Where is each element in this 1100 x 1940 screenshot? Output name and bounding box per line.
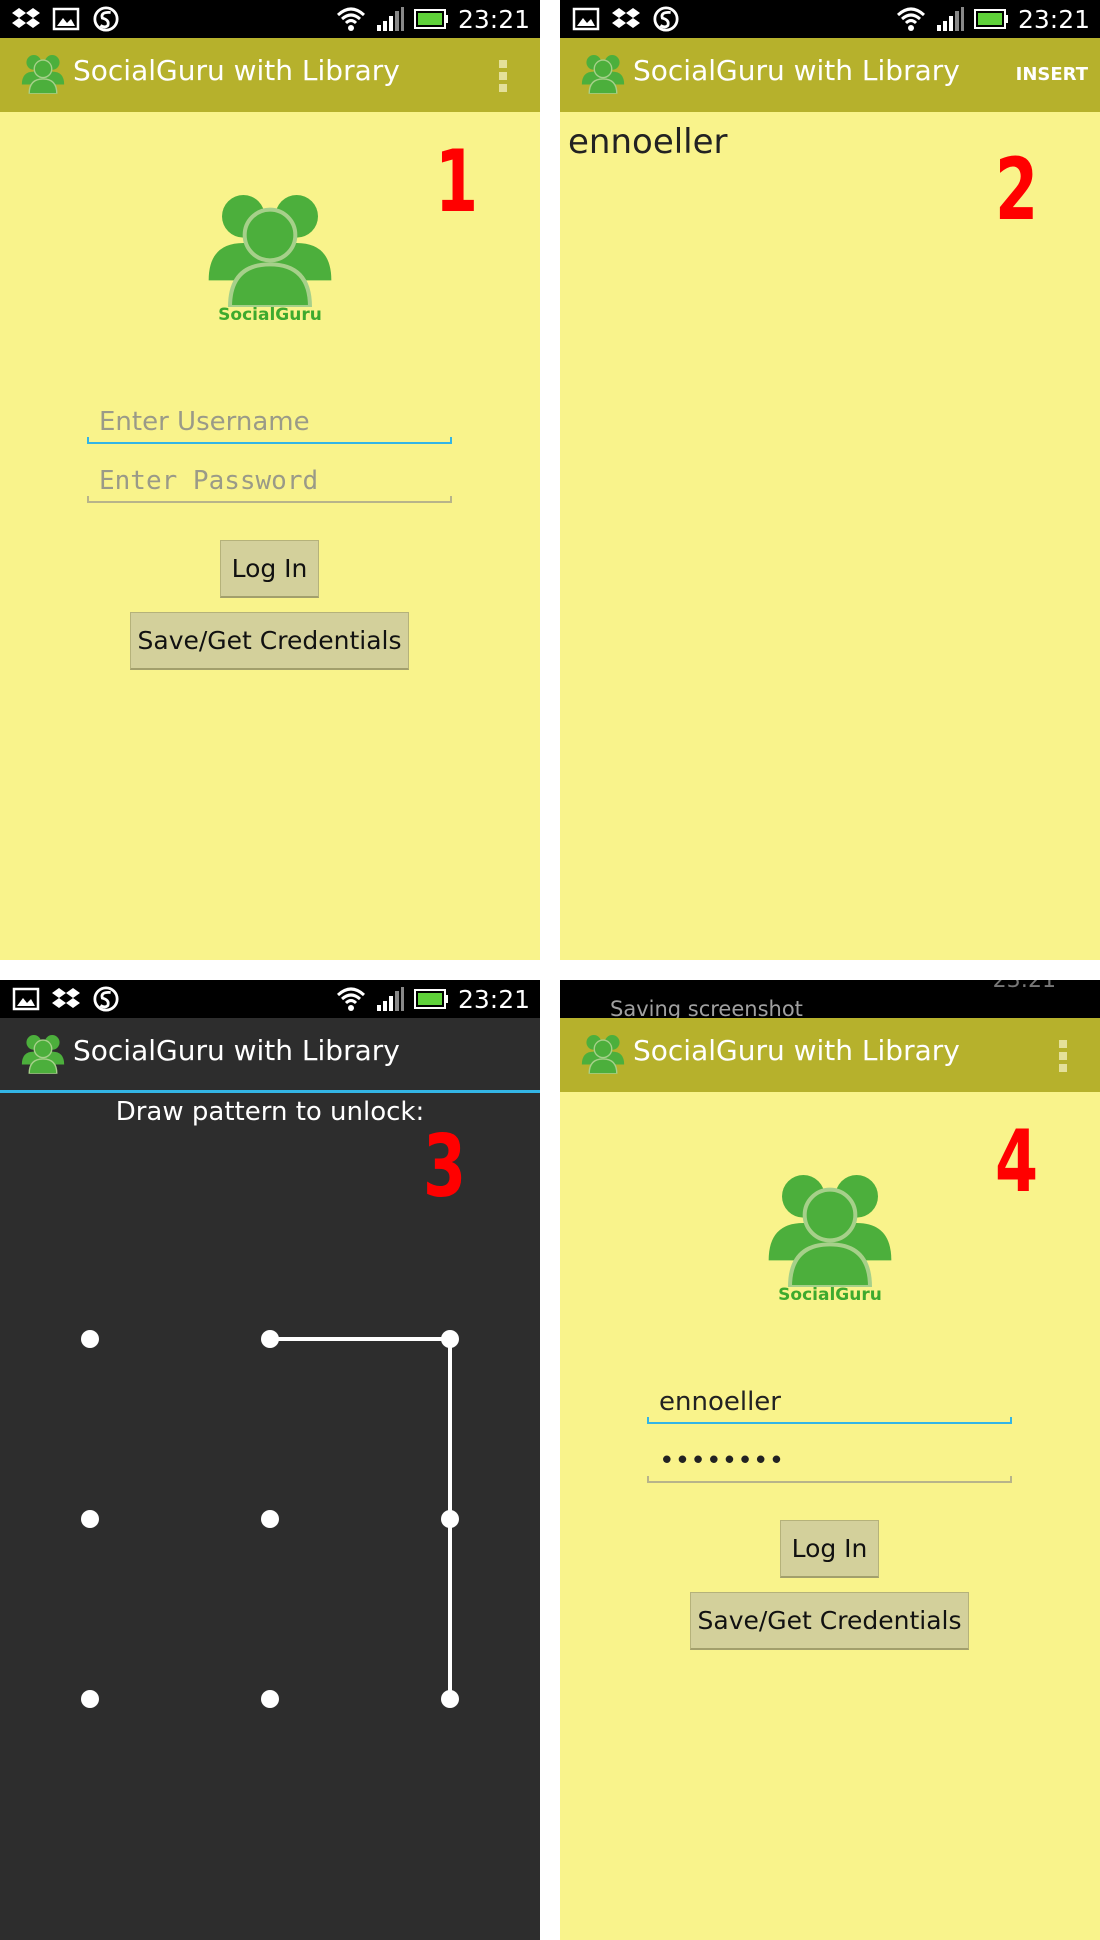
- insert-button[interactable]: INSERT: [1016, 64, 1088, 85]
- login-button[interactable]: Log In: [780, 1520, 879, 1578]
- step-number: 4: [995, 1112, 1039, 1212]
- app-title: SocialGuru with Library: [73, 1034, 400, 1067]
- pattern-dot-1[interactable]: [81, 1330, 99, 1348]
- status-bar: 23:21: [0, 980, 540, 1018]
- step-number: 2: [995, 140, 1039, 240]
- username-input[interactable]: [647, 1382, 1012, 1422]
- pattern-dot-7[interactable]: [81, 1690, 99, 1708]
- screen-login-empty: 23:21 SocialGuru with Library SocialGuru…: [0, 0, 540, 960]
- app-title: SocialGuru with Library: [633, 54, 960, 87]
- swype-icon: [92, 6, 120, 32]
- username-field[interactable]: [87, 402, 452, 444]
- overflow-menu-icon[interactable]: [496, 58, 510, 94]
- app-title: SocialGuru with Library: [73, 54, 400, 87]
- pattern-dot-9[interactable]: [441, 1690, 459, 1708]
- logo-caption: SocialGuru: [218, 305, 322, 325]
- dropbox-icon: [52, 986, 80, 1012]
- overflow-menu-icon[interactable]: [1056, 1038, 1070, 1074]
- pattern-dot-3[interactable]: [441, 1330, 459, 1348]
- pattern-grid[interactable]: [0, 1093, 540, 1940]
- password-field[interactable]: [87, 461, 452, 503]
- pattern-dot-4[interactable]: [81, 1510, 99, 1528]
- app-logo-icon[interactable]: [20, 52, 66, 94]
- wifi-icon: [336, 986, 366, 1012]
- signal-icon: [936, 6, 964, 32]
- status-bar: 23:21: [560, 0, 1100, 38]
- people-logo-icon: [200, 187, 340, 307]
- pattern-lock-area: Draw pattern to unlock: 3: [0, 1093, 540, 1940]
- swype-icon: [652, 6, 680, 32]
- battery-icon: [414, 8, 448, 30]
- login-button[interactable]: Log In: [220, 540, 319, 598]
- saving-screenshot-notice: Saving screenshot: [610, 997, 803, 1018]
- credentials-list: ennoeller 2: [560, 112, 1100, 960]
- action-bar: SocialGuru with Library: [560, 1018, 1100, 1092]
- clock: 23:21: [1017, 4, 1090, 34]
- password-input[interactable]: [647, 1441, 1012, 1481]
- action-bar: SocialGuru with Library: [0, 1018, 540, 1093]
- screen-pattern-unlock: 23:21 SocialGuru with Library Draw patte…: [0, 980, 540, 1940]
- login-form: SocialGuru 1 Log In Save/Get Credentials: [0, 112, 540, 960]
- screen-login-filled: Saving screenshot 23:21 SocialGuru with …: [560, 980, 1100, 1940]
- app-logo-icon[interactable]: [580, 52, 626, 94]
- pattern-dot-8[interactable]: [261, 1690, 279, 1708]
- username-field[interactable]: [647, 1382, 1012, 1424]
- battery-icon: [974, 8, 1008, 30]
- social-guru-logo: SocialGuru: [200, 187, 340, 337]
- password-field[interactable]: [647, 1441, 1012, 1483]
- wifi-icon: [896, 6, 926, 32]
- password-input[interactable]: [87, 461, 452, 501]
- pattern-stroke: [270, 1337, 452, 1699]
- signal-icon: [376, 986, 404, 1012]
- username-input[interactable]: [87, 402, 452, 442]
- clock: 23:21: [457, 4, 530, 34]
- dropbox-icon: [12, 6, 40, 32]
- pattern-dot-2[interactable]: [261, 1330, 279, 1348]
- step-number: 1: [435, 132, 479, 232]
- action-bar: SocialGuru with Library: [0, 38, 540, 112]
- wifi-icon: [336, 6, 366, 32]
- save-get-credentials-button[interactable]: Save/Get Credentials: [130, 612, 409, 670]
- dropbox-icon: [612, 6, 640, 32]
- battery-icon: [414, 988, 448, 1010]
- app-title: SocialGuru with Library: [633, 1034, 960, 1067]
- action-bar: SocialGuru with Library INSERT: [560, 38, 1100, 112]
- gallery-icon: [52, 6, 80, 32]
- gallery-icon: [12, 986, 40, 1012]
- pattern-dot-5[interactable]: [261, 1510, 279, 1528]
- app-logo-icon[interactable]: [580, 1032, 626, 1074]
- social-guru-logo: SocialGuru: [760, 1167, 900, 1317]
- screen-credentials-list: 23:21 SocialGuru with Library INSERT enn…: [560, 0, 1100, 960]
- status-bar: 23:21: [0, 0, 540, 38]
- people-logo-icon: [760, 1167, 900, 1287]
- gallery-icon: [572, 6, 600, 32]
- swype-icon: [92, 986, 120, 1012]
- login-form: SocialGuru 4 Log In Save/Get Credentials: [560, 1092, 1100, 1940]
- app-logo-icon[interactable]: [20, 1032, 66, 1074]
- status-bar: Saving screenshot 23:21: [560, 980, 1100, 1018]
- clock: 23:21: [992, 980, 1056, 993]
- clock: 23:21: [457, 984, 530, 1014]
- list-item[interactable]: ennoeller: [568, 122, 728, 162]
- pattern-dot-6[interactable]: [441, 1510, 459, 1528]
- logo-caption: SocialGuru: [778, 1285, 882, 1305]
- save-get-credentials-button[interactable]: Save/Get Credentials: [690, 1592, 969, 1650]
- signal-icon: [376, 6, 404, 32]
